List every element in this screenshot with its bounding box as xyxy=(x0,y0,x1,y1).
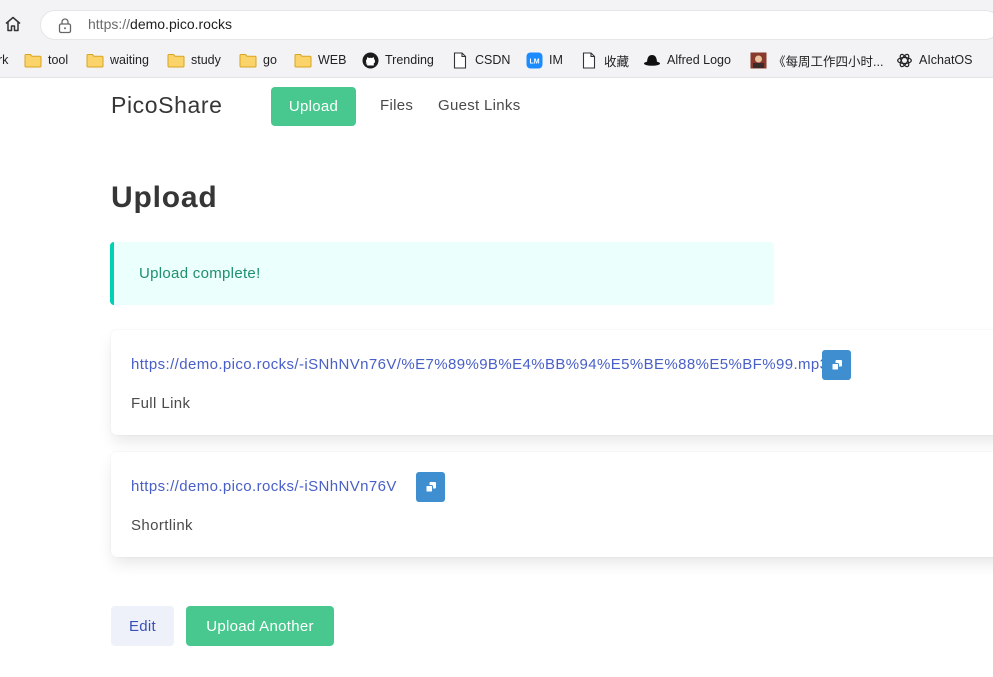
bookmark-book[interactable]: 《每周工作四小时... xyxy=(749,48,883,72)
upload-another-button[interactable]: Upload Another xyxy=(186,606,334,646)
bookmark-item[interactable]: rk xyxy=(0,48,8,72)
book-cover-icon xyxy=(749,52,767,68)
folder-icon xyxy=(86,52,104,68)
page-icon xyxy=(580,51,598,69)
copy-icon xyxy=(831,360,842,371)
bookmark-label: WEB xyxy=(318,53,347,67)
bookmark-trending[interactable]: Trending xyxy=(361,48,434,72)
full-link-box: https://demo.pico.rocks/-iSNhNVn76V/%E7%… xyxy=(111,330,993,435)
bookmark-csdn[interactable]: CSDN xyxy=(451,48,510,72)
folder-icon xyxy=(24,52,42,68)
upload-complete-notification: Upload complete! xyxy=(110,242,774,305)
page-title: Upload xyxy=(111,181,218,214)
page-icon xyxy=(451,51,469,69)
bookmark-folder-study[interactable]: study xyxy=(167,48,221,72)
bookmark-folder-web[interactable]: WEB xyxy=(294,48,346,72)
bookmark-favorites[interactable]: 收藏 xyxy=(580,48,629,72)
folder-icon xyxy=(294,52,312,68)
openai-icon xyxy=(895,52,913,68)
browser-toolbar: https://demo.pico.rocks rk tool waiting … xyxy=(0,0,993,78)
shortlink-label: Shortlink xyxy=(131,517,193,534)
notification-text: Upload complete! xyxy=(139,265,261,282)
bookmark-folder-waiting[interactable]: waiting xyxy=(86,48,149,72)
bookmark-label: AIchatOS xyxy=(919,53,973,67)
brand-logo[interactable]: PicoShare xyxy=(111,92,223,119)
bookmark-folder-go[interactable]: go xyxy=(239,48,277,72)
bookmark-label: IM xyxy=(549,53,563,67)
bookmark-label: go xyxy=(263,53,277,67)
bookmark-label: waiting xyxy=(110,53,149,67)
bookmark-partial-icon xyxy=(988,52,993,68)
nav-upload-button[interactable]: Upload xyxy=(271,87,356,126)
bookmark-folder-tool[interactable]: tool xyxy=(24,48,68,72)
nav-guest-links-link[interactable]: Guest Links xyxy=(438,97,521,114)
github-icon xyxy=(361,52,379,68)
full-link-url[interactable]: https://demo.pico.rocks/-iSNhNVn76V/%E7%… xyxy=(131,356,828,373)
bookmark-label: study xyxy=(191,53,221,67)
bookmark-aichatos[interactable]: AIchatOS xyxy=(895,48,973,72)
shortlink-box: https://demo.pico.rocks/-iSNhNVn76V Shor… xyxy=(111,452,993,557)
folder-icon xyxy=(239,52,257,68)
bookmark-alfred-logo[interactable]: Alfred Logo xyxy=(643,48,731,72)
nav-files-link[interactable]: Files xyxy=(380,97,413,114)
shortlink-url[interactable]: https://demo.pico.rocks/-iSNhNVn76V xyxy=(131,478,397,495)
url-text[interactable]: https://demo.pico.rocks xyxy=(88,16,232,32)
bookmark-label: 收藏 xyxy=(604,54,630,69)
folder-icon xyxy=(167,52,185,68)
copy-shortlink-button[interactable] xyxy=(416,472,445,502)
home-icon[interactable] xyxy=(2,13,24,35)
bookmark-label: rk xyxy=(0,53,9,67)
copy-icon xyxy=(425,482,436,493)
copy-full-link-button[interactable] xyxy=(822,350,851,380)
bookmark-label: Trending xyxy=(385,53,434,67)
bookmarks-bar: rk tool waiting study go WEB Trending CS… xyxy=(0,48,993,72)
bookmark-label: 《每周工作四小时... xyxy=(773,54,884,69)
edit-button[interactable]: Edit xyxy=(111,606,174,646)
bookmark-label: Alfred Logo xyxy=(667,53,731,67)
bookmark-im[interactable]: LM IM xyxy=(525,48,563,72)
hat-icon xyxy=(643,52,661,68)
bookmark-label: tool xyxy=(48,53,69,67)
lm-icon: LM xyxy=(525,52,543,68)
bookmark-overflow[interactable] xyxy=(988,48,993,72)
url-protocol: https:// xyxy=(88,16,131,32)
lock-icon xyxy=(57,17,73,34)
full-link-label: Full Link xyxy=(131,395,191,412)
svg-text:LM: LM xyxy=(529,58,539,65)
url-host: demo.pico.rocks xyxy=(130,16,232,32)
bookmark-label: CSDN xyxy=(475,53,511,67)
